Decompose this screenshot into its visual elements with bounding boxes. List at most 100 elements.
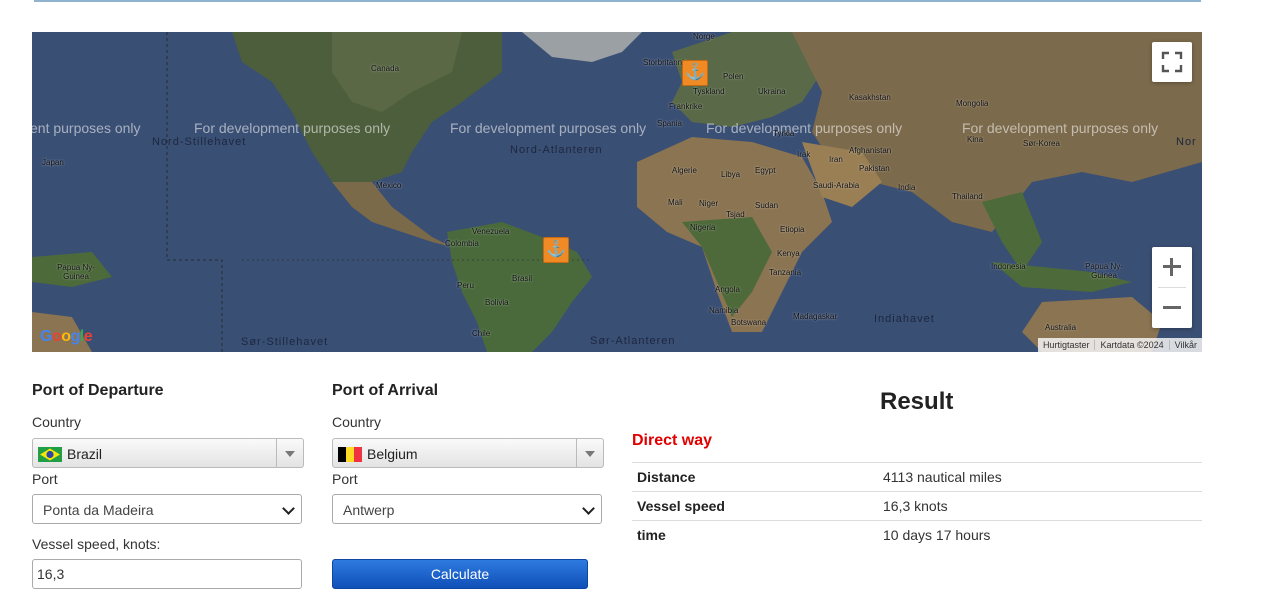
fullscreen-button[interactable]: [1152, 42, 1192, 82]
top-divider: [34, 0, 1201, 2]
country-label: Peru: [457, 281, 474, 290]
country-label: Tyskland: [693, 87, 725, 96]
port-marker-departure[interactable]: ⚓: [543, 237, 569, 263]
country-label: Venezuela: [472, 227, 510, 236]
terms-link[interactable]: Vilkår: [1168, 340, 1202, 350]
keyboard-shortcuts-link[interactable]: Hurtigtaster: [1038, 340, 1095, 350]
result-key: Vessel speed: [632, 491, 878, 521]
country-label: Angola: [715, 285, 740, 294]
country-label: Kina: [967, 135, 984, 144]
country-label: Kasakhstan: [849, 93, 891, 102]
country-label: Papua Ny-Guinea: [57, 263, 95, 281]
country-label: Canada: [371, 64, 400, 73]
country-label: Tyrkia: [773, 129, 795, 138]
dev-watermark: ent purposes only: [32, 120, 141, 136]
arrival-port-select[interactable]: Antwerp: [332, 494, 602, 524]
arrival-port-value: Antwerp: [343, 502, 395, 518]
dev-watermark: For development purposes only: [450, 120, 647, 136]
country-label: Polen: [723, 72, 744, 81]
country-label: Indonesia: [991, 262, 1026, 271]
brazil-flag-icon: [38, 447, 62, 462]
fullscreen-icon: [1161, 51, 1183, 73]
zoom-out-button[interactable]: [1152, 288, 1192, 328]
country-label: Sudan: [755, 201, 779, 210]
anchor-icon: ⚓: [546, 241, 566, 258]
country-label: Colombia: [445, 239, 479, 248]
country-label: Namibia: [709, 306, 739, 315]
chevron-down-icon: [276, 439, 303, 467]
anchor-icon: ⚓: [685, 64, 705, 81]
belgium-flag-icon: [338, 447, 362, 462]
departure-port-label: Port: [32, 471, 58, 487]
departure-country-select[interactable]: Brazil: [32, 438, 304, 468]
country-label: Nigeria: [690, 223, 716, 232]
country-label: Madagaskar: [793, 312, 838, 321]
country-label: Japan: [42, 158, 64, 167]
calculate-button[interactable]: Calculate: [332, 559, 588, 589]
country-label: Irak: [797, 150, 811, 159]
country-label: Tsjad: [726, 210, 745, 219]
country-label: Spania: [657, 119, 682, 128]
country-label: Thailand: [952, 192, 983, 201]
departure-title: Port of Departure: [32, 382, 164, 399]
country-label: Tanzania: [769, 268, 802, 277]
result-table: Distance 4113 nautical miles Vessel spee…: [632, 462, 1202, 549]
departure-country-value: Brazil: [67, 446, 103, 462]
result-value: 10 days 17 hours: [878, 520, 1202, 549]
departure-port-select[interactable]: Ponta da Madeira: [32, 494, 302, 524]
result-key: Distance: [632, 462, 878, 492]
country-label: Australia: [1045, 323, 1077, 332]
map-land: [32, 32, 1202, 352]
country-label: India: [898, 183, 916, 192]
ocean-label: Nord-Atlanteren: [510, 144, 603, 156]
departure-country-label: Country: [32, 414, 82, 430]
port-marker-arrival[interactable]: ⚓: [682, 60, 708, 86]
country-label: Mongolia: [956, 99, 989, 108]
zoom-in-button[interactable]: [1152, 247, 1192, 287]
chevron-down-icon: [582, 502, 595, 515]
country-label: Mali: [668, 198, 683, 207]
chevron-down-icon: [576, 439, 603, 467]
vessel-speed-label: Vessel speed, knots:: [32, 536, 161, 552]
google-logo: Google: [40, 328, 93, 345]
ocean-label: Indiahavet: [874, 313, 935, 325]
country-label: Norge: [693, 32, 715, 41]
ocean-label: Sør-Stillehavet: [241, 336, 329, 348]
country-label: Mexico: [376, 181, 402, 190]
ocean-label: Nord-Stillehavet: [152, 136, 247, 148]
zoom-control: [1152, 247, 1192, 328]
country-label: Frankrike: [669, 102, 703, 111]
arrival-title: Port of Arrival: [332, 382, 439, 399]
country-label: Botswana: [731, 318, 767, 327]
result-key: time: [632, 520, 878, 549]
country-label: Niger: [699, 199, 719, 208]
country-label: Sør-Korea: [1023, 139, 1060, 148]
dev-watermark: For development purposes only: [962, 120, 1159, 136]
ocean-label: Sør-Atlanteren: [590, 335, 676, 347]
ocean-label: Nor: [1176, 136, 1197, 148]
country-label: Iran: [829, 155, 843, 164]
country-label: Etiopia: [780, 225, 805, 234]
country-label: Ukraina: [758, 87, 786, 96]
map-attribution: Hurtigtaster Kartdata ©2024 Vilkår: [1037, 338, 1202, 352]
dev-watermark: For development purposes only: [706, 120, 903, 136]
arrival-country-label: Country: [332, 414, 382, 430]
arrival-country-select[interactable]: Belgium: [332, 438, 604, 468]
table-row: time 10 days 17 hours: [632, 520, 1202, 549]
vessel-speed-input[interactable]: 16,3: [32, 559, 302, 589]
table-row: Distance 4113 nautical miles: [632, 462, 1202, 492]
result-title: Result: [880, 388, 954, 415]
country-label: Libya: [721, 170, 741, 179]
country-label: Egypt: [755, 166, 776, 175]
result-value: 4113 nautical miles: [878, 462, 1202, 492]
country-label: Saudi-Arabia: [813, 181, 860, 190]
country-label: Bolivia: [485, 298, 509, 307]
country-label: Afghanistan: [849, 146, 892, 155]
arrival-country-value: Belgium: [367, 446, 418, 462]
world-map[interactable]: ent purposes only For development purpos…: [32, 32, 1202, 352]
arrival-port-label: Port: [332, 471, 358, 487]
dev-watermark: For development purposes only: [194, 120, 391, 136]
country-label: Algerie: [672, 166, 697, 175]
table-row: Vessel speed 16,3 knots: [632, 491, 1202, 521]
map-data-label: Kartdata ©2024: [1094, 340, 1168, 350]
